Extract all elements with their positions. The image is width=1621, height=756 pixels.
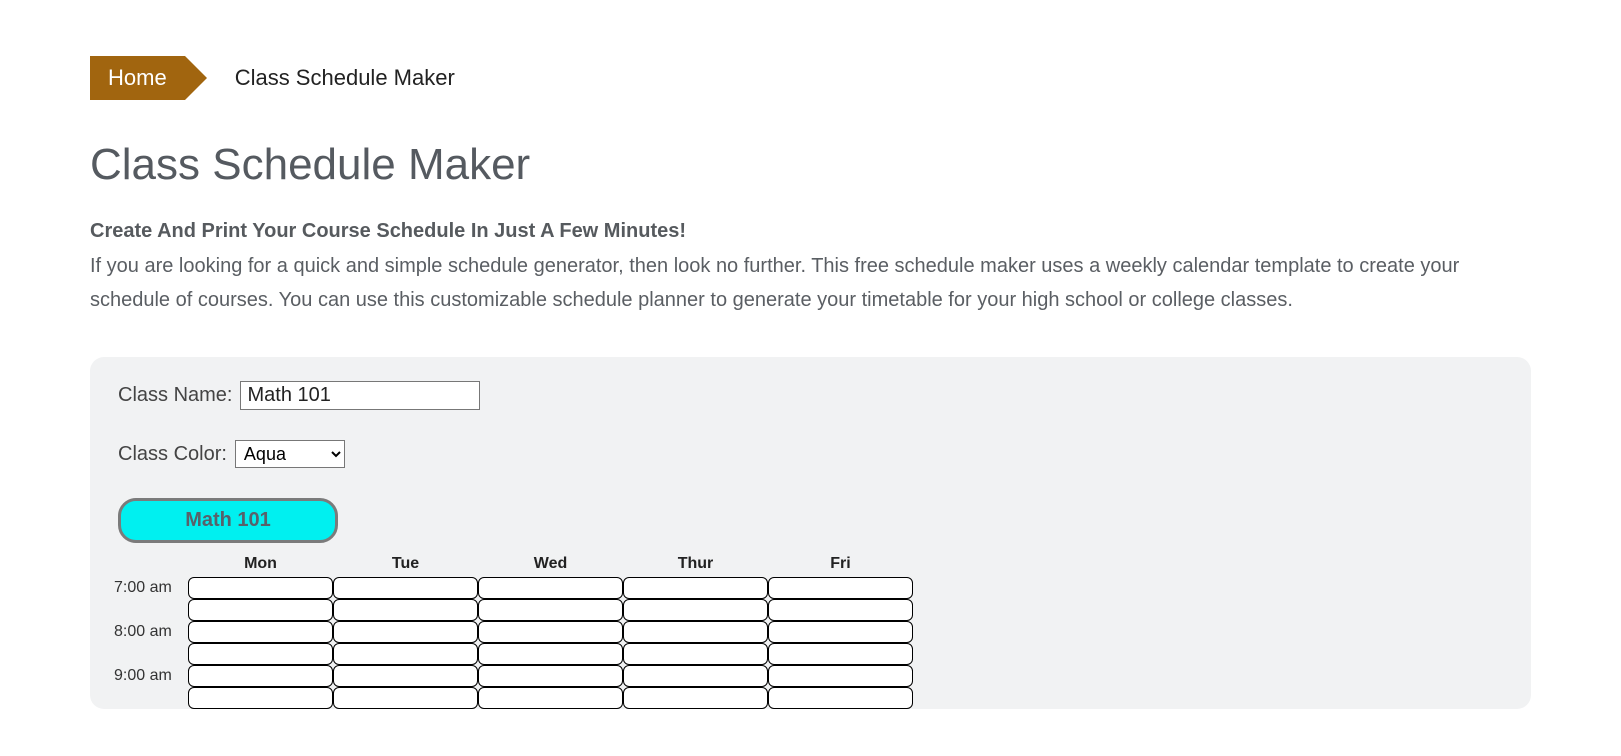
breadcrumb-current: Class Schedule Maker xyxy=(235,65,455,91)
schedule-cell[interactable] xyxy=(768,665,913,687)
schedule-cell[interactable] xyxy=(768,687,913,709)
schedule-cell[interactable] xyxy=(333,621,478,643)
schedule-cell[interactable] xyxy=(188,599,333,621)
schedule-cell[interactable] xyxy=(478,577,623,599)
schedule-cell[interactable] xyxy=(478,599,623,621)
schedule-cell[interactable] xyxy=(478,643,623,665)
schedule-cell[interactable] xyxy=(188,665,333,687)
schedule-cell[interactable] xyxy=(768,643,913,665)
day-header: Wed xyxy=(478,555,623,577)
schedule-cell[interactable] xyxy=(333,599,478,621)
schedule-panel: Class Name: Class Color: Aqua Math 101 M… xyxy=(90,357,1531,709)
class-chip[interactable]: Math 101 xyxy=(118,498,338,543)
breadcrumb: Home Class Schedule Maker xyxy=(90,56,1531,100)
schedule-cell[interactable] xyxy=(768,599,913,621)
schedule-grid: Mon Tue Wed Thur Fri 7:00 am 8:00 am 9:0… xyxy=(118,555,1503,709)
day-header: Tue xyxy=(333,555,478,577)
schedule-cell[interactable] xyxy=(333,687,478,709)
time-label: 9:00 am xyxy=(114,667,188,685)
schedule-cell[interactable] xyxy=(188,621,333,643)
day-header: Fri xyxy=(768,555,913,577)
class-name-label: Class Name: xyxy=(118,384,232,407)
breadcrumb-home[interactable]: Home xyxy=(90,56,185,100)
class-name-row: Class Name: xyxy=(118,381,1503,410)
schedule-cell[interactable] xyxy=(333,665,478,687)
schedule-cell[interactable] xyxy=(623,665,768,687)
time-label: 7:00 am xyxy=(114,579,188,597)
day-header: Mon xyxy=(188,555,333,577)
day-headers: Mon Tue Wed Thur Fri xyxy=(188,555,1503,577)
schedule-cell[interactable] xyxy=(188,643,333,665)
class-color-label: Class Color: xyxy=(118,443,227,466)
page-subhead: Create And Print Your Course Schedule In… xyxy=(90,220,1531,243)
schedule-cell[interactable] xyxy=(188,687,333,709)
schedule-cell[interactable] xyxy=(623,643,768,665)
grid-body: 7:00 am 8:00 am 9:00 am xyxy=(118,577,1503,709)
page-description: If you are looking for a quick and simpl… xyxy=(90,249,1470,317)
schedule-cell[interactable] xyxy=(768,621,913,643)
schedule-cell[interactable] xyxy=(623,687,768,709)
schedule-cell[interactable] xyxy=(188,577,333,599)
schedule-cell[interactable] xyxy=(478,687,623,709)
time-label: 8:00 am xyxy=(114,623,188,641)
class-name-input[interactable] xyxy=(240,381,480,410)
page-title: Class Schedule Maker xyxy=(90,140,1531,190)
schedule-cell[interactable] xyxy=(768,577,913,599)
schedule-cell[interactable] xyxy=(333,643,478,665)
schedule-cell[interactable] xyxy=(333,577,478,599)
schedule-cell[interactable] xyxy=(623,577,768,599)
schedule-cell[interactable] xyxy=(478,665,623,687)
schedule-cell[interactable] xyxy=(478,621,623,643)
schedule-cell[interactable] xyxy=(623,621,768,643)
day-header: Thur xyxy=(623,555,768,577)
schedule-cell[interactable] xyxy=(623,599,768,621)
class-color-row: Class Color: Aqua xyxy=(118,440,1503,468)
class-color-select[interactable]: Aqua xyxy=(235,440,345,468)
